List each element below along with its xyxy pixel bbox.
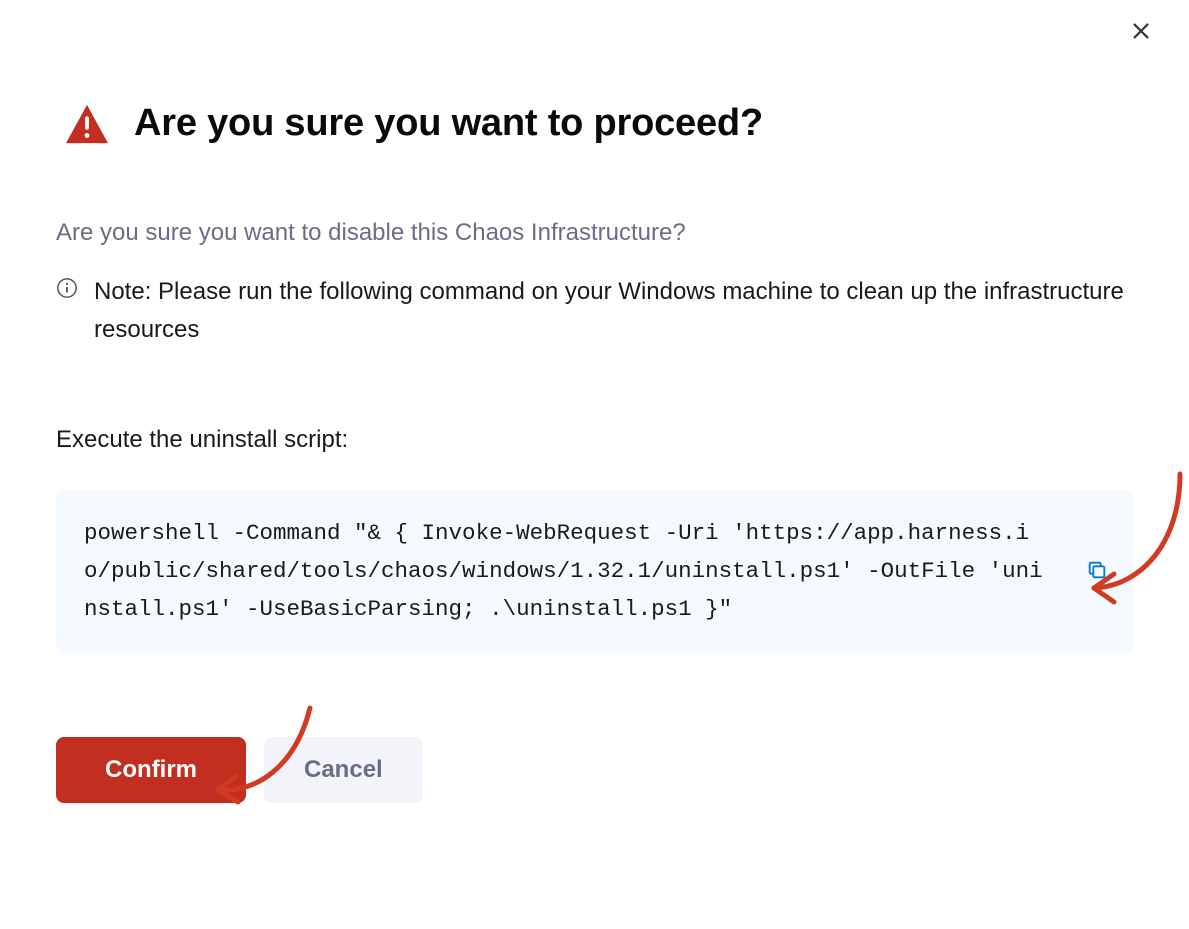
close-button[interactable] xyxy=(1123,14,1159,50)
close-icon xyxy=(1130,20,1152,45)
cancel-button[interactable]: Cancel xyxy=(264,737,423,803)
command-text: powershell -Command "& { Invoke-WebReque… xyxy=(84,514,1049,629)
dialog-header: Are you sure you want to proceed? xyxy=(64,102,1133,145)
dialog-title: Are you sure you want to proceed? xyxy=(134,102,763,145)
script-label: Execute the uninstall script: xyxy=(56,426,1133,454)
dialog-actions: Confirm Cancel xyxy=(56,737,1133,803)
confirmation-dialog: Are you sure you want to proceed? Are yo… xyxy=(0,0,1189,843)
note-text: Note: Please run the following command o… xyxy=(94,273,1133,350)
info-icon xyxy=(56,277,78,304)
warning-icon xyxy=(64,103,110,145)
code-block: powershell -Command "& { Invoke-WebReque… xyxy=(56,490,1133,653)
dialog-subtitle: Are you sure you want to disable this Ch… xyxy=(56,219,1133,247)
confirm-button[interactable]: Confirm xyxy=(56,737,246,803)
note-row: Note: Please run the following command o… xyxy=(56,273,1133,350)
copy-button[interactable] xyxy=(1083,557,1111,585)
copy-icon xyxy=(1086,559,1108,584)
